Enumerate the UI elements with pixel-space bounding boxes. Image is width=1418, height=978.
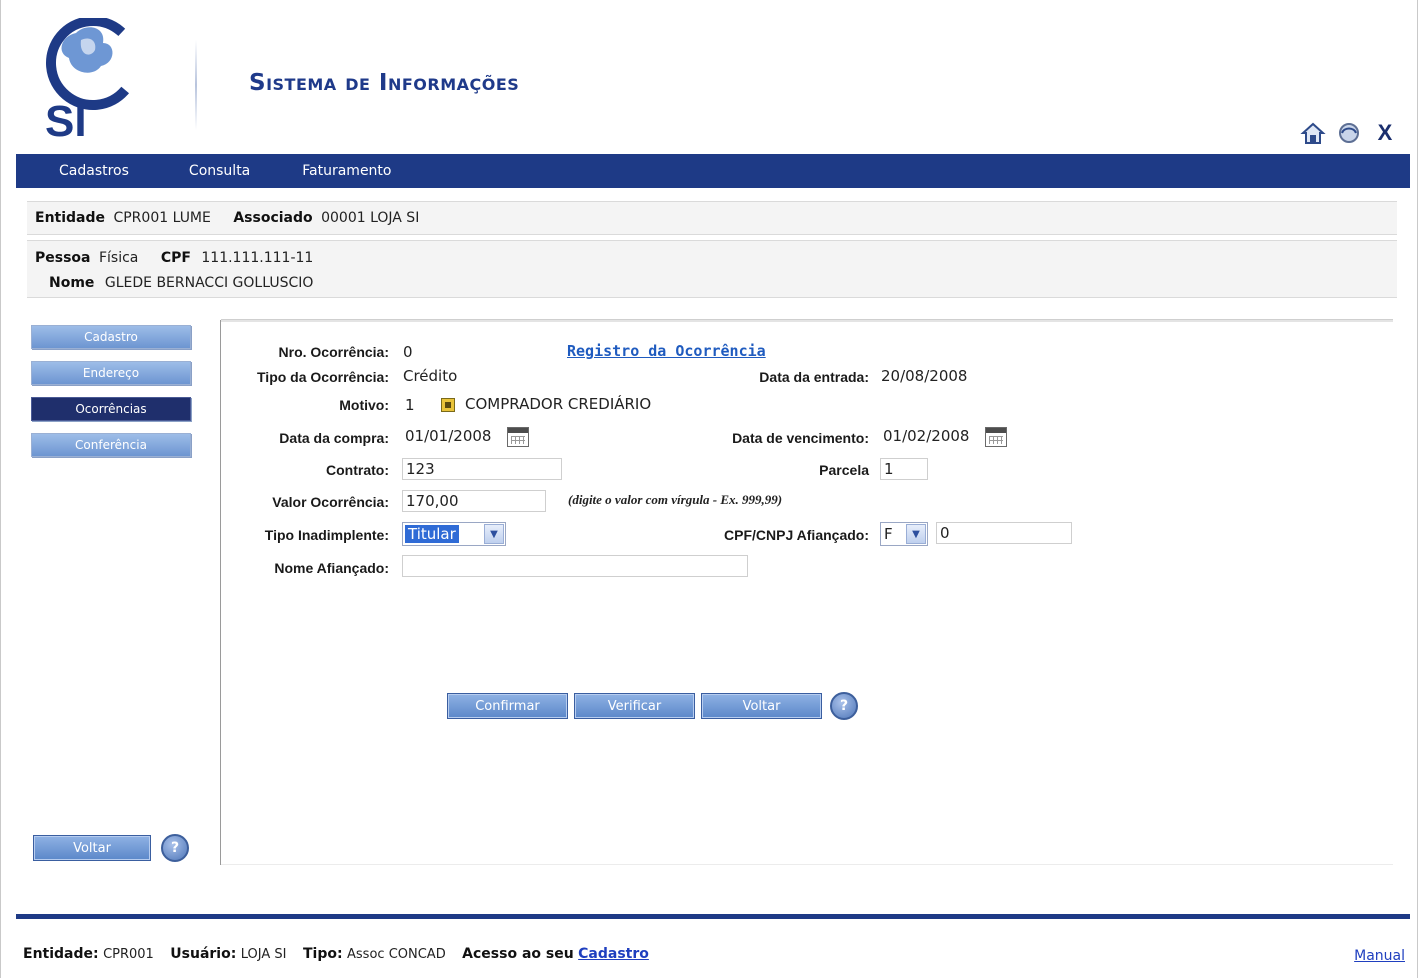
entity-band: Entidade CPR001 LUME Associado 00001 LOJ… bbox=[27, 201, 1397, 235]
sidebar-item-conferencia[interactable]: Conferência bbox=[31, 433, 191, 457]
refresh-icon[interactable] bbox=[1335, 120, 1363, 146]
valor-hint: (digite o valor com vírgula - Ex. 999,99… bbox=[568, 492, 783, 507]
afiancado-doc-type-select[interactable]: F ▼ bbox=[880, 522, 928, 546]
close-icon[interactable]: X bbox=[1371, 120, 1399, 146]
home-icon[interactable] bbox=[1299, 120, 1327, 146]
sidebar-divider bbox=[220, 320, 221, 865]
sidebar-back-button[interactable]: Voltar bbox=[33, 835, 151, 861]
menu-faturamento[interactable]: Faturamento bbox=[250, 163, 391, 179]
nome-afiancado-input[interactable] bbox=[402, 555, 748, 577]
nro-ocorrencia-label: Nro. Ocorrência: bbox=[278, 344, 389, 360]
contrato-input[interactable]: 123 bbox=[402, 458, 562, 480]
tipo-inadimplente-label: Tipo Inadimplente: bbox=[264, 527, 389, 543]
entidade-label: Entidade bbox=[35, 210, 106, 226]
manual-link[interactable]: Manual bbox=[1354, 948, 1405, 964]
logo-si: SI bbox=[45, 18, 140, 143]
pessoa-label: Pessoa bbox=[35, 250, 91, 266]
parcela-label: Parcela bbox=[819, 462, 869, 478]
sidebar-item-ocorrencias[interactable]: Ocorrências bbox=[31, 397, 191, 421]
top-toolbar: X bbox=[1299, 120, 1399, 146]
footer-usuario-label: Usuário: bbox=[170, 946, 237, 962]
cpf-cnpj-afiancado-label: CPF/CNPJ Afiançado: bbox=[724, 527, 869, 543]
footer-divider bbox=[16, 914, 1410, 919]
pessoa-value: Física bbox=[98, 250, 139, 266]
header-divider bbox=[195, 40, 197, 130]
nome-value: GLEDE BERNACCI GOLLUSCIO bbox=[104, 275, 314, 291]
motivo-label: Motivo: bbox=[339, 397, 389, 413]
app-title: Sistema de Informações bbox=[249, 70, 520, 96]
cpf-value: 111.111.111-11 bbox=[201, 250, 314, 266]
data-vencimento-label: Data de vencimento: bbox=[732, 430, 869, 446]
menu-cadastros[interactable]: Cadastros bbox=[16, 163, 129, 179]
entidade-value: CPR001 LUME bbox=[113, 210, 211, 226]
footer-acesso-label: Acesso ao seu bbox=[462, 946, 574, 962]
data-vencimento-calendar-icon[interactable] bbox=[985, 427, 1007, 447]
data-entrada-label: Data da entrada: bbox=[759, 369, 869, 385]
data-compra-calendar-icon[interactable] bbox=[507, 427, 529, 447]
associado-value: 00001 LOJA SI bbox=[321, 210, 420, 226]
afiancado-doc-type-value: F bbox=[884, 525, 893, 543]
footer-tipo-label: Tipo: bbox=[302, 946, 343, 962]
valor-ocorrencia-label: Valor Ocorrência: bbox=[272, 494, 389, 510]
app-window: SI Sistema de Informações X Cadastros Co… bbox=[0, 0, 1418, 978]
data-compra-label: Data da compra: bbox=[279, 430, 389, 446]
sidebar-item-cadastro[interactable]: Cadastro bbox=[31, 325, 191, 349]
sidebar-help-icon[interactable]: ? bbox=[161, 834, 189, 862]
footer-cadastro-link[interactable]: Cadastro bbox=[578, 946, 649, 962]
tipo-inadimplente-select[interactable]: Titular ▼ bbox=[402, 522, 506, 546]
associado-label: Associado bbox=[233, 210, 313, 226]
footer-entidade-label: Entidade: bbox=[23, 946, 99, 962]
tipo-ocorrencia-value: Crédito bbox=[403, 367, 458, 385]
parcela-input[interactable]: 1 bbox=[880, 458, 928, 480]
confirm-button[interactable]: Confirmar bbox=[447, 693, 568, 719]
nome-label: Nome bbox=[49, 275, 95, 291]
chevron-down-icon: ▼ bbox=[906, 524, 926, 544]
sidebar-item-endereco[interactable]: Endereço bbox=[31, 361, 191, 385]
menu-consulta[interactable]: Consulta bbox=[129, 163, 250, 179]
footer-entidade-value: CPR001 bbox=[103, 947, 154, 962]
svg-text:SI: SI bbox=[45, 97, 87, 143]
cpf-label: CPF bbox=[160, 250, 191, 266]
motivo-description: COMPRADOR CREDIÁRIO bbox=[465, 395, 652, 413]
chevron-down-icon: ▼ bbox=[484, 524, 504, 544]
footer-tipo-value: Assoc CONCAD bbox=[347, 947, 446, 962]
nome-afiancado-label: Nome Afiançado: bbox=[274, 560, 389, 576]
tipo-ocorrencia-label: Tipo da Ocorrência: bbox=[257, 369, 389, 385]
tipo-inadimplente-value: Titular bbox=[405, 525, 459, 543]
contrato-label: Contrato: bbox=[326, 462, 389, 478]
cpf-cnpj-afiancado-input[interactable]: 0 bbox=[936, 522, 1072, 544]
valor-ocorrencia-input[interactable]: 170,00 bbox=[402, 490, 546, 512]
content-bottom-border bbox=[221, 864, 1393, 865]
verify-button[interactable]: Verificar bbox=[574, 693, 695, 719]
motivo-code: 1 bbox=[405, 396, 415, 414]
content-top-border bbox=[221, 319, 1393, 322]
nro-ocorrencia-value: 0 bbox=[403, 343, 413, 361]
registro-ocorrencia-link[interactable]: Registro da Ocorrência bbox=[567, 342, 766, 360]
motivo-lookup-icon[interactable] bbox=[441, 398, 455, 412]
footer-usuario-value: LOJA SI bbox=[240, 947, 287, 962]
main-menu: Cadastros Consulta Faturamento bbox=[16, 154, 1410, 188]
data-vencimento-input[interactable]: 01/02/2008 bbox=[880, 426, 984, 448]
data-compra-input[interactable]: 01/01/2008 bbox=[402, 426, 506, 448]
person-band: Pessoa Física CPF 111.111.111-11 Nome GL… bbox=[27, 240, 1397, 298]
data-entrada-value: 20/08/2008 bbox=[881, 367, 968, 385]
back-button[interactable]: Voltar bbox=[701, 693, 822, 719]
footer-status: Entidade: CPR001 Usuário: LOJA SI Tipo: … bbox=[23, 946, 649, 962]
help-icon[interactable]: ? bbox=[830, 692, 858, 720]
